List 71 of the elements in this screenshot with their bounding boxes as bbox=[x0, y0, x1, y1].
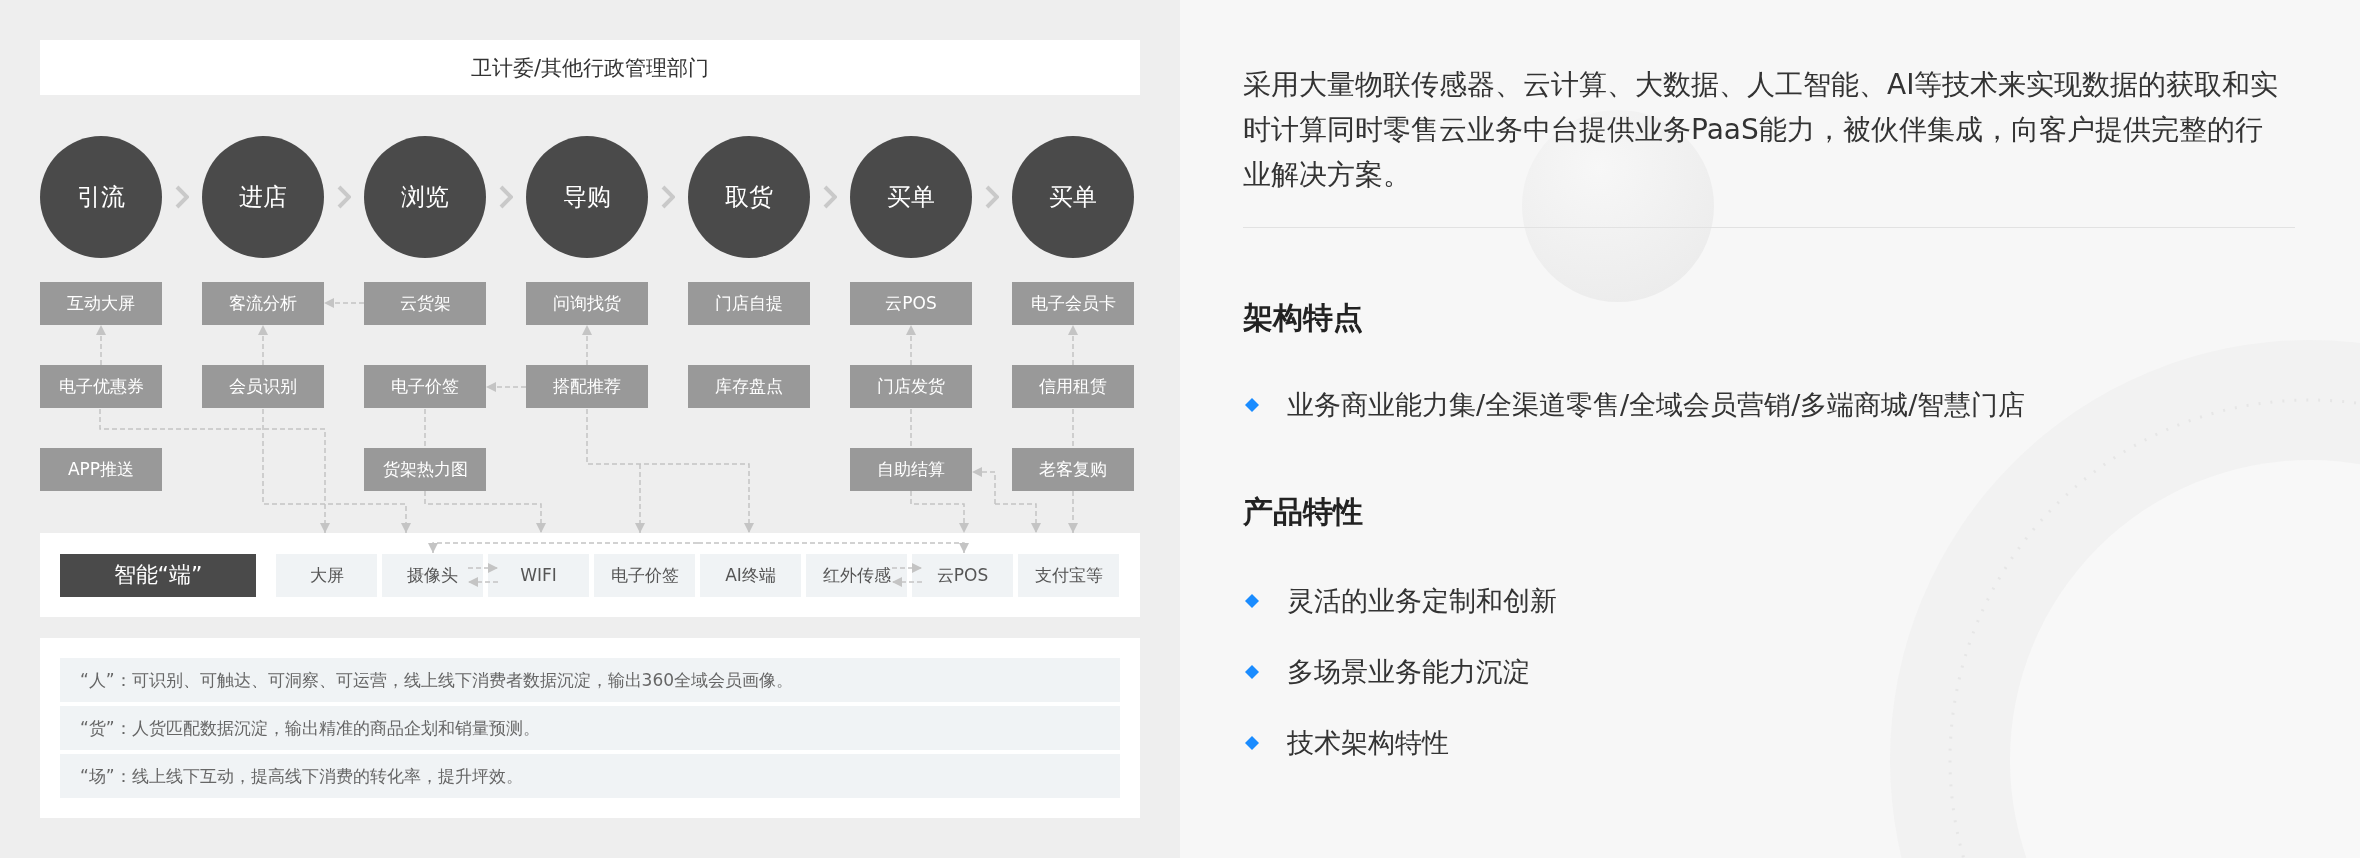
stage-circle: 引流 bbox=[40, 136, 162, 258]
feature-text: 多场景业务能力沉淀 bbox=[1287, 655, 1530, 689]
stage-circle: 买单 bbox=[1012, 136, 1134, 258]
dashed-line bbox=[424, 408, 426, 449]
department-banner: 卫计委/其他行政管理部门 bbox=[40, 40, 1140, 95]
diamond-bullet-icon bbox=[1245, 594, 1259, 608]
dashed-arrow bbox=[323, 298, 365, 308]
dashed-line bbox=[1072, 408, 1074, 449]
feature-tag: 老客复购 bbox=[1012, 448, 1134, 491]
dashed-arrow bbox=[1068, 490, 1078, 534]
terminal-label: 智能“端” bbox=[60, 553, 256, 597]
feature-tag: 库存盘点 bbox=[688, 365, 810, 408]
terminal-item: 大屏 bbox=[276, 553, 377, 597]
feature-text: 业务商业能力集/全渠道零售/全域会员营销/多端商城/智慧门店 bbox=[1287, 388, 2026, 422]
dashed-arrow bbox=[582, 324, 592, 366]
dashed-arrow bbox=[258, 324, 268, 366]
terminal-item: WIFI bbox=[488, 553, 589, 597]
section-heading: 产品特性 bbox=[1243, 493, 1364, 531]
chevron-icon bbox=[337, 185, 351, 209]
diamond-bullet-icon bbox=[1245, 736, 1259, 750]
chevron-icon bbox=[661, 185, 675, 209]
feature-tag: 互动大屏 bbox=[40, 282, 162, 325]
feature-text: 技术架构特性 bbox=[1287, 726, 1449, 760]
feature-tag: 云POS bbox=[850, 282, 972, 325]
feature-tag: 会员识别 bbox=[202, 365, 324, 408]
stage-circle: 买单 bbox=[850, 136, 972, 258]
dashed-arrow bbox=[467, 563, 499, 573]
intro-paragraph: 采用大量物联传感器、云计算、大数据、人工智能、AI等技术来实现数据的获取和实时计算同时零售云业务中台提供业务PaaS能力，被伙伴集成，向客户提供完整的行业解决方案。 bbox=[1243, 67, 2280, 193]
stage-circle: 进店 bbox=[202, 136, 324, 258]
feature-tag: 门店自提 bbox=[688, 282, 810, 325]
dashed-arrow bbox=[1068, 324, 1078, 366]
stage-circle: 浏览 bbox=[364, 136, 486, 258]
dashed-arrow bbox=[467, 577, 499, 587]
feature-text: 灵活的业务定制和创新 bbox=[1287, 584, 1557, 618]
terminal-item: 云POS bbox=[912, 553, 1013, 597]
feature-tag: 电子价签 bbox=[364, 365, 486, 408]
terminal-item: 摄像头 bbox=[382, 553, 483, 597]
feature-tag: 云货架 bbox=[364, 282, 486, 325]
feature-tag: 货架热力图 bbox=[364, 448, 486, 491]
feature-tag: 电子会员卡 bbox=[1012, 282, 1134, 325]
feature-tag: APP推送 bbox=[40, 448, 162, 491]
dashed-line bbox=[910, 408, 912, 449]
feature-tag: 搭配推荐 bbox=[526, 365, 648, 408]
feature-tag: 问询找货 bbox=[526, 282, 648, 325]
section-heading: 架构特点 bbox=[1243, 299, 1364, 337]
chevron-icon bbox=[175, 185, 189, 209]
stage-circle: 取货 bbox=[688, 136, 810, 258]
feature-tag: 客流分析 bbox=[202, 282, 324, 325]
note-row: “场”：线上线下互动，提高线下消费的转化率，提升坪效。 bbox=[60, 754, 1120, 798]
note-row: “货”：人货匹配数据沉淀，输出精准的商品企划和销量预测。 bbox=[60, 706, 1120, 750]
diamond-bullet-icon bbox=[1245, 398, 1259, 412]
diamond-bullet-icon bbox=[1245, 665, 1259, 679]
dashed-arrow bbox=[891, 563, 923, 573]
chevron-icon bbox=[823, 185, 837, 209]
dashed-arrow bbox=[96, 324, 106, 366]
dashed-arrow bbox=[891, 577, 923, 587]
feature-tag: 电子优惠券 bbox=[40, 365, 162, 408]
stage-circle: 导购 bbox=[526, 136, 648, 258]
feature-tag: 门店发货 bbox=[850, 365, 972, 408]
feature-tag: 自助结算 bbox=[850, 448, 972, 491]
terminal-item: AI终端 bbox=[700, 553, 801, 597]
terminal-item: 支付宝等 bbox=[1018, 553, 1119, 597]
dashed-arrow bbox=[906, 324, 916, 366]
chevron-icon bbox=[499, 185, 513, 209]
feature-tag: 信用租赁 bbox=[1012, 365, 1134, 408]
dashed-arrow bbox=[485, 382, 527, 392]
terminal-item: 电子价签 bbox=[594, 553, 695, 597]
chevron-icon bbox=[985, 185, 999, 209]
dashed-arrow bbox=[910, 490, 969, 534]
note-row: “人”：可识别、可触达、可洞察、可运营，线上线下消费者数据沉淀，输出360全域会员画像。 bbox=[60, 658, 1120, 702]
terminal-item: 红外传感 bbox=[806, 553, 907, 597]
